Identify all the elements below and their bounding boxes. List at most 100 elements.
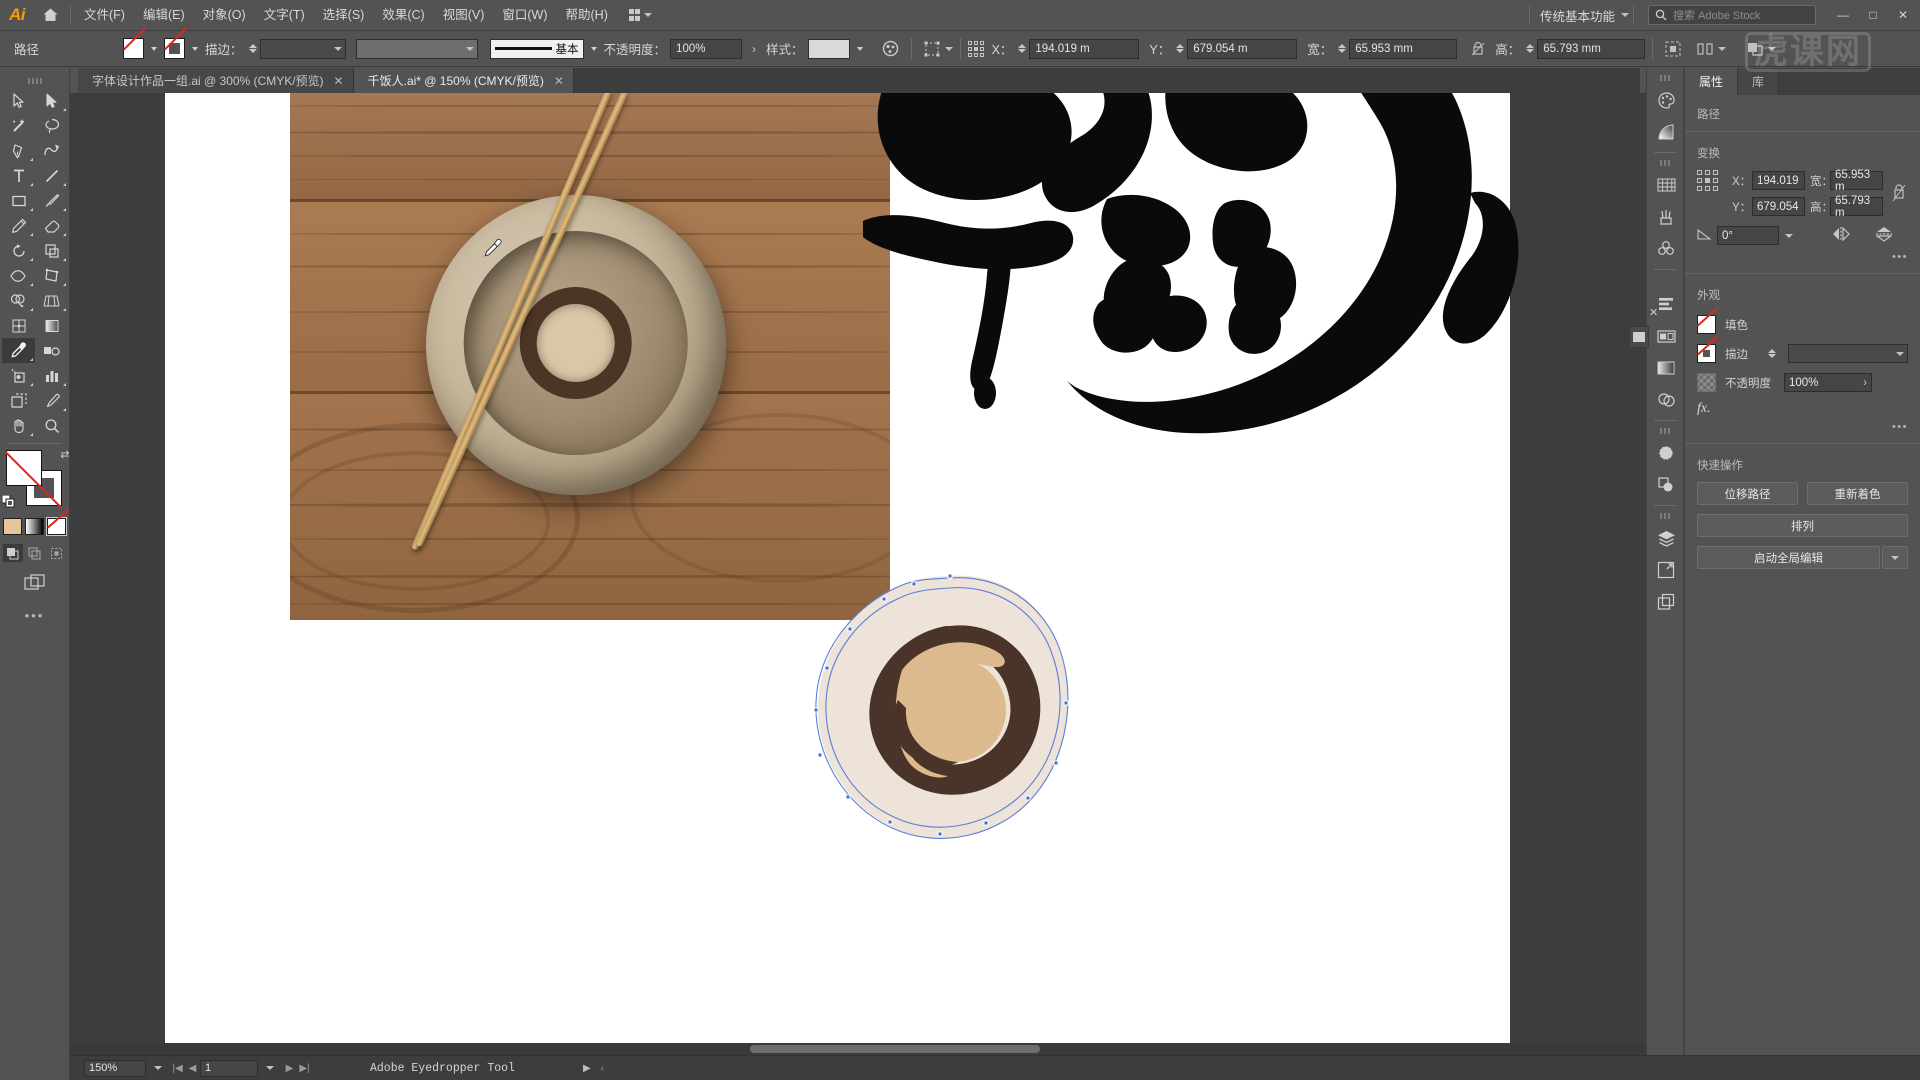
menu-type[interactable]: 文字(T) <box>255 0 314 31</box>
transform-more-options[interactable]: ••• <box>1685 249 1920 271</box>
control-y-field[interactable]: 679.054 m <box>1187 38 1298 59</box>
swatches-panel-icon[interactable] <box>1647 169 1685 201</box>
fill-chevron-icon[interactable] <box>151 46 158 51</box>
pathfinder-icon[interactable] <box>1742 37 1768 61</box>
menu-file[interactable]: 文件(F) <box>75 0 134 31</box>
zoom-level-field[interactable]: 150% <box>84 1059 146 1077</box>
mesh-tool[interactable] <box>2 313 35 338</box>
toolbar-more-button[interactable]: ••• <box>0 608 69 623</box>
angle-chevron-icon[interactable] <box>1785 233 1793 238</box>
gradient-tool[interactable] <box>35 313 68 338</box>
fill-color-swatch[interactable] <box>5 450 42 486</box>
horizontal-scroll-thumb[interactable] <box>750 1045 1040 1053</box>
gradient-panel-icon[interactable] <box>1647 116 1685 148</box>
panel-stroke-swatch[interactable] <box>1697 344 1716 363</box>
panel-constrain-proportions-icon[interactable] <box>1888 183 1910 203</box>
artboards-panel-icon[interactable] <box>1647 320 1685 352</box>
control-opacity-field[interactable]: 100% <box>670 38 743 59</box>
appearance-more-options[interactable]: ••• <box>1685 419 1920 441</box>
prev-artboard-button[interactable]: ◀ <box>185 1063 200 1074</box>
panel-opacity-field[interactable]: 100% › <box>1784 373 1872 392</box>
eyedropper-tool[interactable] <box>2 338 35 363</box>
pathfinder-panel-icon[interactable] <box>1647 469 1685 501</box>
flip-vertical-icon[interactable] <box>1875 226 1893 245</box>
align-icon[interactable] <box>1660 37 1686 61</box>
slice-tool[interactable] <box>35 388 68 413</box>
eraser-tool[interactable] <box>35 213 68 238</box>
rotate-angle-field[interactable]: 0° <box>1717 226 1779 245</box>
default-fill-stroke-icon[interactable] <box>1 494 15 508</box>
control-h-field[interactable]: 65.793 mm <box>1537 38 1646 59</box>
toolbar-grip[interactable] <box>0 76 69 86</box>
none-swatch-button[interactable] <box>46 517 67 536</box>
workspace-chevron-icon[interactable] <box>1621 13 1629 17</box>
panel-stroke-weight-field[interactable] <box>1788 344 1908 363</box>
global-edit-button[interactable]: 启动全局编辑 <box>1697 546 1880 569</box>
transparency-panel-icon[interactable] <box>1647 352 1685 384</box>
control-stroke-swatch[interactable] <box>164 38 186 59</box>
recolor-artwork-icon[interactable] <box>878 37 904 61</box>
rail-grip-2[interactable] <box>1647 157 1683 169</box>
distribute-icon[interactable] <box>1692 37 1718 61</box>
menu-window[interactable]: 窗口(W) <box>493 0 556 31</box>
draw-behind-button[interactable] <box>25 544 45 562</box>
canvas-horizontal-scrollbar[interactable] <box>70 1043 1842 1055</box>
tab-properties[interactable]: 属性 <box>1685 68 1739 95</box>
brush-definition[interactable]: 基本 <box>489 38 584 59</box>
opacity-expand-icon[interactable]: › <box>1863 377 1867 389</box>
selection-tool[interactable] <box>2 88 35 113</box>
width-tool[interactable] <box>2 263 35 288</box>
shape-builder-tool[interactable] <box>2 288 35 313</box>
lasso-tool[interactable] <box>35 113 68 138</box>
graphic-style-field[interactable] <box>807 38 850 59</box>
arrange-documents-button[interactable] <box>617 0 661 31</box>
h-stepper[interactable] <box>1526 44 1535 53</box>
type-tool[interactable] <box>2 163 35 188</box>
panel-x-field[interactable]: 194.019 <box>1752 171 1805 190</box>
magic-wand-tool[interactable] <box>2 113 35 138</box>
gradient-swatch-button[interactable] <box>25 518 44 535</box>
control-x-field[interactable]: 194.019 m <box>1029 38 1140 59</box>
style-chevron-icon[interactable] <box>856 46 863 51</box>
recolor-button[interactable]: 重新着色 <box>1807 482 1908 505</box>
menu-object[interactable]: 对象(O) <box>194 0 255 31</box>
asset-export-panel-icon[interactable] <box>1647 554 1685 586</box>
scale-tool[interactable] <box>35 238 68 263</box>
rail-close-icon[interactable]: ✕ <box>1649 306 1658 319</box>
blend-tool[interactable] <box>35 338 68 363</box>
brush-chevron-icon[interactable] <box>590 46 597 51</box>
panel-y-field[interactable]: 679.054 <box>1752 197 1805 216</box>
stroke-chevron-icon[interactable] <box>192 46 199 51</box>
screen-mode-button[interactable] <box>0 574 69 592</box>
rotate-tool[interactable] <box>2 238 35 263</box>
docked-panel-thumbnail[interactable] <box>1629 326 1649 348</box>
panel-fill-swatch[interactable] <box>1697 315 1716 334</box>
calligraphy-artwork[interactable] <box>845 93 1545 483</box>
stroke-weight-stepper[interactable] <box>248 44 257 53</box>
tab-libraries[interactable]: 库 <box>1738 68 1780 95</box>
canvas-area[interactable] <box>70 93 1854 1055</box>
direct-selection-tool[interactable] <box>35 88 68 113</box>
brushes-panel-icon[interactable] <box>1647 201 1685 233</box>
rail-grip[interactable] <box>1647 72 1683 84</box>
curvature-tool[interactable] <box>35 138 68 163</box>
zoom-chevron-icon[interactable] <box>154 1066 162 1070</box>
control-fill-swatch[interactable] <box>123 38 145 59</box>
free-transform-tool[interactable] <box>35 263 68 288</box>
artboard[interactable] <box>165 93 1519 1043</box>
artboard-number-field[interactable]: 1 <box>200 1059 258 1077</box>
reference-point-selector[interactable] <box>967 40 984 57</box>
close-icon[interactable]: ✕ <box>334 74 344 88</box>
offset-path-button[interactable]: 位移路径 <box>1697 482 1798 505</box>
minimize-button[interactable]: — <box>1828 0 1858 31</box>
artboard-tool[interactable] <box>2 388 35 413</box>
column-graph-tool[interactable] <box>35 363 68 388</box>
shaper-pencil-tool[interactable] <box>2 213 35 238</box>
control-w-field[interactable]: 65.953 mm <box>1349 38 1458 59</box>
flip-horizontal-icon[interactable] <box>1832 226 1850 244</box>
opacity-thumbnail-icon[interactable] <box>1697 373 1716 392</box>
first-artboard-button[interactable]: |◀ <box>170 1063 185 1074</box>
home-icon[interactable] <box>34 0 66 31</box>
x-stepper[interactable] <box>1018 44 1027 53</box>
w-stepper[interactable] <box>1338 44 1347 53</box>
